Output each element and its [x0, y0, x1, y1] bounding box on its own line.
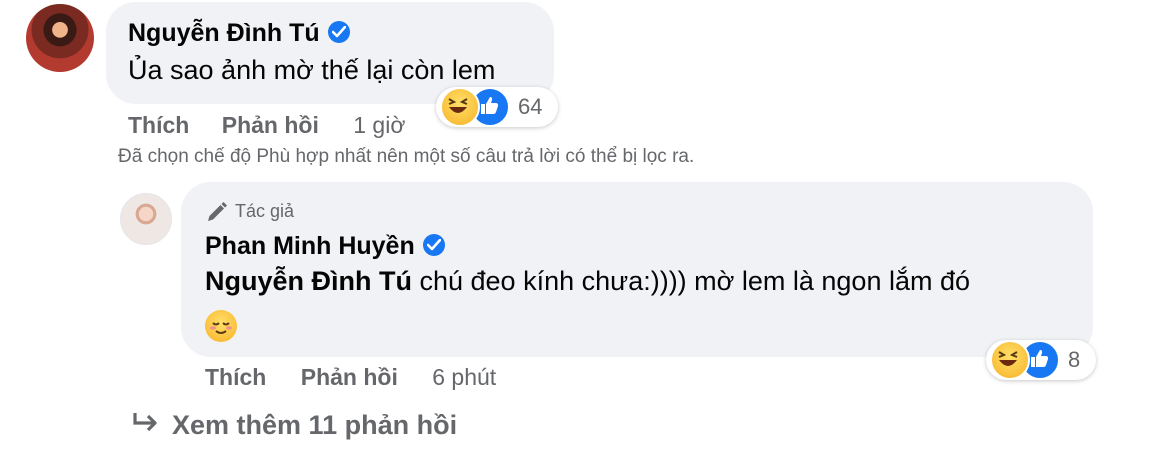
comment-actions: Thích Phản hồi 1 giờ — [128, 112, 405, 139]
relieved-face-emoji-icon — [205, 310, 237, 342]
comment-author-name[interactable]: Nguyễn Đình Tú — [128, 19, 320, 47]
haha-reaction-icon — [440, 87, 480, 127]
like-button[interactable]: Thích — [205, 364, 266, 390]
comment-reactions[interactable]: 64 — [436, 87, 558, 127]
avatar-nguyen-dinh-tu[interactable] — [26, 4, 94, 72]
comment-author[interactable]: Nguyễn Đình Tú — [128, 19, 350, 48]
reply-text: Nguyễn Đình Tú chú đeo kính chưa:)))) mờ… — [205, 266, 970, 297]
avatar-phan-minh-huyen[interactable] — [120, 193, 172, 245]
author-tag: Tác giả — [205, 200, 294, 224]
reply-author-name[interactable]: Phan Minh Huyền — [205, 232, 415, 260]
verified-badge-icon — [327, 21, 350, 44]
author-tag-label: Tác giả — [235, 200, 295, 221]
reply-arrow-icon — [132, 410, 160, 441]
see-more-replies-button[interactable]: Xem thêm 11 phản hồi — [132, 410, 457, 441]
like-button[interactable]: Thích — [128, 112, 189, 138]
reaction-count: 8 — [1068, 347, 1081, 372]
reply-author[interactable]: Phan Minh Huyền — [205, 232, 445, 261]
reply-text-body: chú đeo kính chưa:)))) mờ lem là ngon lắ… — [411, 266, 971, 296]
haha-reaction-icon — [990, 340, 1030, 380]
comment-text: Ủa sao ảnh mờ thế lại còn lem — [128, 55, 496, 85]
verified-badge-icon — [422, 234, 445, 257]
mention-link[interactable]: Nguyễn Đình Tú — [205, 266, 412, 296]
see-more-label[interactable]: Xem thêm 11 phản hồi — [172, 410, 457, 440]
reply-time[interactable]: 6 phút — [432, 364, 496, 390]
reply-button[interactable]: Phản hồi — [301, 364, 398, 390]
pencil-icon — [208, 202, 227, 221]
reply-button[interactable]: Phản hồi — [222, 112, 319, 138]
reply-actions: Thích Phản hồi 6 phút — [205, 364, 496, 391]
reply-reactions[interactable]: 8 — [986, 340, 1096, 380]
reaction-count: 64 — [518, 94, 543, 119]
comment-time[interactable]: 1 giờ — [353, 112, 405, 138]
filter-note: Đã chọn chế độ Phù hợp nhất nên một số c… — [118, 146, 695, 167]
